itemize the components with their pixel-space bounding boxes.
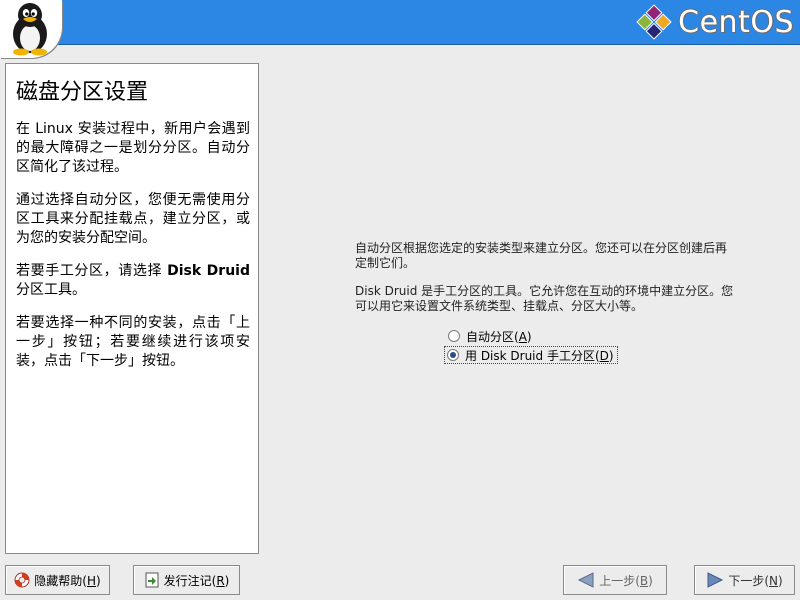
release-notes-button[interactable]: 发行注记(R) [133, 565, 240, 595]
release-notes-label: 发行注记(R) [163, 573, 230, 588]
help-manual-prefix: 若要手工分区，请选择 [16, 263, 168, 279]
installer-window: CentOS 磁盘分区设置 在 Linux 安装过程中，新用户会遇到的最大障碍之… [0, 0, 800, 600]
auto-partition-description: 自动分区根据您选定的安装类型来建立分区。您还可以在分区创建后再定制它们。 [355, 241, 728, 270]
radio-manual-label: 用 Disk Druid 手工分区(D) [465, 348, 614, 363]
brand-name: CentOS [678, 4, 794, 40]
next-button[interactable]: 下一步(N) [694, 565, 795, 595]
hide-help-label: 隐藏帮助(H) [34, 573, 101, 588]
help-paragraph-auto: 通过选择自动分区，您便无需使用分区工具来分配挂载点，建立分区，或为您的安装分配空… [16, 192, 250, 246]
radio-button-checked[interactable] [447, 349, 459, 361]
disk-druid-description: Disk Druid 是手工分区的工具。它允许您在互动的环境中建立分区。您可以用… [355, 284, 734, 313]
centos-logo-icon [636, 4, 672, 40]
radio-auto-partition[interactable]: 自动分区(A) [446, 327, 534, 345]
help-manual-suffix: 分区工具。 [16, 282, 86, 298]
back-button[interactable]: 上一步(B) [563, 565, 667, 595]
help-paragraph-navigation: 若要选择一种不同的安装，点击「上一步」按钮；若要继续进行该项安装，点击「下一步」… [16, 315, 250, 369]
arrow-right-icon [706, 572, 724, 588]
help-paragraph-manual: 若要手工分区，请选择 Disk Druid 分区工具。 [16, 262, 250, 300]
lifebuoy-icon [14, 572, 30, 588]
radio-manual-partition[interactable]: 用 Disk Druid 手工分区(D) [444, 346, 618, 364]
header-divider [0, 44, 800, 45]
brand: CentOS [636, 3, 794, 41]
tux-penguin-icon [0, 0, 62, 58]
hide-help-button[interactable]: 隐藏帮助(H) [5, 565, 110, 595]
notes-icon [144, 572, 160, 588]
back-label: 上一步(B) [599, 573, 653, 588]
help-paragraph-intro: 在 Linux 安装过程中，新用户会遇到的最大障碍之一是划分分区。自动分区简化了… [16, 121, 250, 175]
arrow-left-icon [577, 572, 595, 588]
next-label: 下一步(N) [728, 573, 783, 588]
help-panel: 磁盘分区设置 在 Linux 安装过程中，新用户会遇到的最大障碍之一是划分分区。… [5, 63, 259, 554]
radio-auto-label: 自动分区(A) [466, 329, 532, 344]
help-manual-tool: Disk Druid [167, 263, 250, 279]
help-title: 磁盘分区设置 [16, 80, 149, 105]
radio-button-unchecked[interactable] [448, 330, 460, 342]
